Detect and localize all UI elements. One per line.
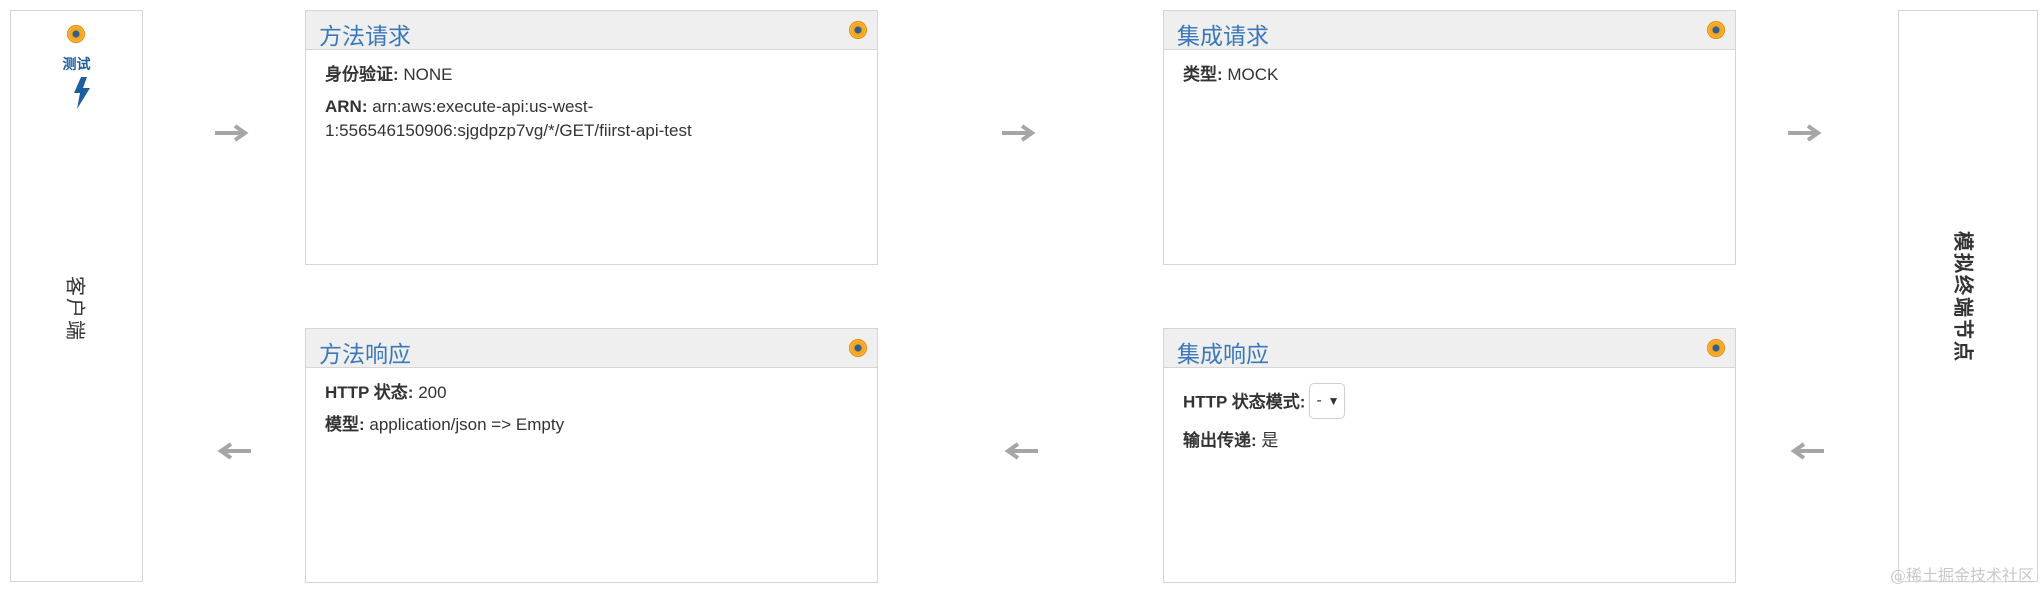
mock-endpoint-panel: 模拟终端节点 xyxy=(1898,10,2038,582)
auth-value: NONE xyxy=(398,65,453,84)
model-label: 模型: xyxy=(325,415,365,434)
passthrough-label: 输出传递: xyxy=(1183,431,1257,450)
test-gear-icon[interactable] xyxy=(67,25,85,43)
test-link[interactable]: 测试 xyxy=(11,54,142,74)
arrow-right-icon xyxy=(1002,124,1036,142)
model-value: application/json => Empty xyxy=(364,415,565,434)
gear-icon[interactable] xyxy=(1707,21,1725,39)
client-panel: 测试 客户端 xyxy=(10,10,143,582)
gear-icon[interactable] xyxy=(849,339,867,357)
card-header: 集成响应 xyxy=(1164,329,1735,368)
method-response-card: 方法响应 HTTP 状态: 200 模型: application/json =… xyxy=(305,328,878,583)
arrow-left-icon xyxy=(1004,442,1038,460)
passthrough-value: 是 xyxy=(1256,431,1279,450)
integration-request-title[interactable]: 集成请求 xyxy=(1177,17,1269,51)
card-header: 方法响应 xyxy=(306,329,877,368)
gear-icon[interactable] xyxy=(849,21,867,39)
arrow-right-icon xyxy=(215,124,249,142)
method-response-title[interactable]: 方法响应 xyxy=(319,335,411,369)
integration-response-title[interactable]: 集成响应 xyxy=(1177,335,1269,369)
gear-icon[interactable] xyxy=(1707,339,1725,357)
arrow-left-icon xyxy=(1790,442,1824,460)
type-value: MOCK xyxy=(1222,65,1279,84)
select-value: - xyxy=(1316,392,1322,409)
status-value: 200 xyxy=(413,383,447,402)
client-label: 客户端 xyxy=(63,276,86,342)
arrow-right-icon xyxy=(1788,124,1822,142)
lightning-icon[interactable] xyxy=(71,77,93,109)
status-pattern-select[interactable]: - ▼ xyxy=(1309,383,1346,419)
integration-response-card: 集成响应 HTTP 状态模式: - ▼ 输出传递: 是 xyxy=(1163,328,1736,583)
card-header: 集成请求 xyxy=(1164,11,1735,50)
arn-label: ARN: xyxy=(325,97,368,116)
auth-label: 身份验证: xyxy=(325,65,399,84)
card-header: 方法请求 xyxy=(306,11,877,50)
method-request-card: 方法请求 身份验证: NONE ARN: arn:aws:execute-api… xyxy=(305,10,878,265)
arn-value: arn:aws:execute-api:us-west-1:5565461509… xyxy=(325,97,692,140)
watermark: @稀土掘金技术社区 xyxy=(1889,566,2034,585)
status-pattern-label: HTTP 状态模式: xyxy=(1183,392,1306,412)
endpoint-label: 模拟终端节点 xyxy=(1951,231,1974,363)
arrow-left-icon xyxy=(217,442,251,460)
type-label: 类型: xyxy=(1183,65,1223,84)
method-request-title[interactable]: 方法请求 xyxy=(319,17,411,51)
status-label: HTTP 状态: xyxy=(325,383,414,402)
chevron-down-icon: ▼ xyxy=(1327,394,1340,408)
integration-request-card: 集成请求 类型: MOCK xyxy=(1163,10,1736,265)
